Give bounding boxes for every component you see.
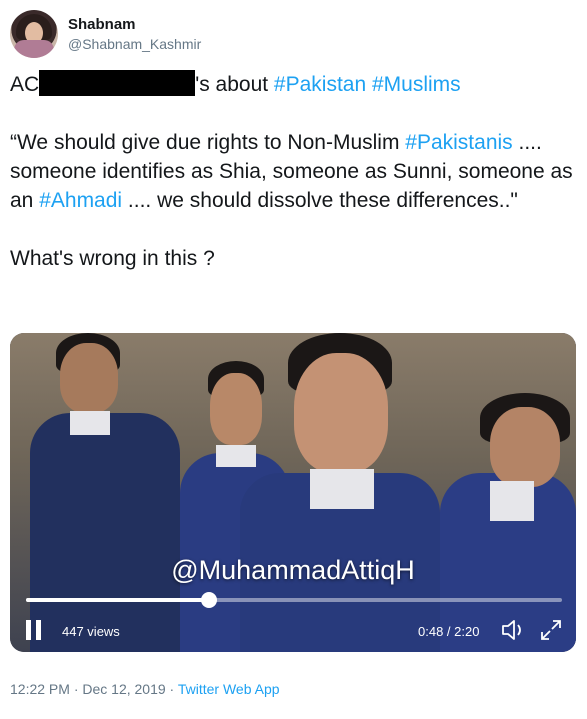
hashtag-muslims[interactable]: #Muslims [372, 73, 461, 96]
fullscreen-icon [541, 620, 561, 640]
video-time: 0:48 / 2:20 [418, 624, 480, 639]
fullscreen-button[interactable] [538, 617, 564, 643]
pause-icon [26, 620, 31, 640]
tweet-header: Shabnam @Shabnam_Kashmir [10, 10, 570, 60]
hashtag-pakistan[interactable]: #Pakistan [274, 73, 366, 96]
quote-part-1: “We should give due rights to Non-Muslim [10, 131, 406, 154]
speaker-icon [502, 620, 521, 640]
tweet-meta: 12:22 PM · Dec 12, 2019 · Twitter Web Ap… [10, 681, 280, 697]
video-player[interactable]: @MuhammadAttiqH 447 views 0:48 / 2:20 [10, 333, 576, 652]
tweet-line-1: AC 's about #Pakistan #Muslims [10, 70, 575, 99]
avatar[interactable] [10, 10, 58, 58]
view-count: 447 views [62, 624, 120, 639]
quote-part-3: .... we should dissolve these difference… [122, 189, 518, 212]
progress-fill [26, 598, 210, 602]
tweet-suffix: 's about [195, 73, 274, 96]
volume-button[interactable] [500, 617, 528, 643]
pause-button[interactable] [26, 620, 42, 640]
progress-bar[interactable] [26, 592, 562, 608]
tweet-prefix: AC [10, 73, 40, 96]
tweet-question: What's wrong in this ? [10, 247, 215, 270]
tweet-timestamp[interactable]: 12:22 PM · Dec 12, 2019 · [10, 681, 178, 697]
tweet-source[interactable]: Twitter Web App [178, 681, 280, 697]
hashtag-ahmadi[interactable]: #Ahmadi [39, 189, 122, 212]
tweet-text: AC 's about #Pakistan #Muslims “We should… [10, 70, 575, 273]
tweet-quote: “We should give due rights to Non-Muslim… [10, 128, 575, 215]
user-handle[interactable]: @Shabnam_Kashmir [68, 36, 201, 52]
user-name[interactable]: Shabnam [68, 16, 136, 33]
video-controls: 447 views 0:48 / 2:20 [10, 613, 576, 649]
redaction-box [39, 70, 196, 96]
video-person-center [240, 333, 440, 652]
pause-icon-bar [36, 620, 41, 640]
video-person-left [30, 333, 180, 652]
hashtag-pakistanis[interactable]: #Pakistanis [405, 131, 512, 154]
video-overlay-text: @MuhammadAttiqH [171, 555, 415, 585]
